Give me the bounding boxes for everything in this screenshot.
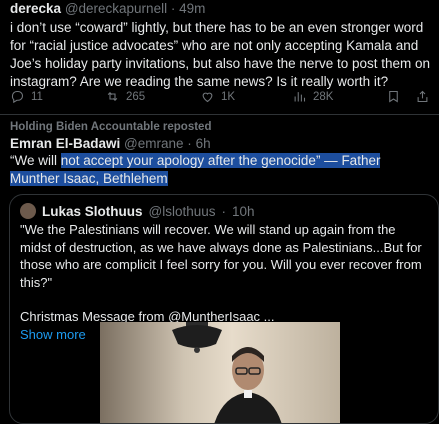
share-icon [417,90,428,103]
author-name[interactable]: Emran El-Badawi [10,136,120,151]
tweet-time[interactable]: 6h [196,136,211,151]
quote-photo[interactable] [100,322,340,423]
tweet-text-plain: “We will [10,153,61,168]
retweet-icon [107,91,118,102]
share-button[interactable] [415,89,430,104]
tweet-derecka[interactable]: derecka @dereckapurnell · 49m i don’t us… [10,0,435,91]
tweet-text: i don’t use “coward” lightly, but there … [10,20,431,89]
tweet-time[interactable]: 49m [179,1,205,16]
photo-illustration [172,322,282,423]
separator: · [221,203,227,219]
tweet-header: Emran El-Badawi @emrane · 6h [10,136,211,151]
retweet-count: 265 [126,90,146,103]
reply-button[interactable]: 11 [10,89,43,104]
bookmark-icon [389,90,398,103]
reply-count: 11 [31,90,43,103]
views-count: 28K [313,90,334,103]
quote-author-handle[interactable]: @lslothuus [149,204,216,219]
quote-time[interactable]: 10h [232,204,255,219]
tweet-actions: 11 265 1K 28K [10,89,430,107]
quote-header: Lukas Slothuus @lslothuus · 10h [20,203,255,219]
retweet-button[interactable]: 265 [105,89,145,104]
tweet-divider [0,114,439,115]
author-name[interactable]: derecka [10,1,61,16]
separator: · [187,136,192,151]
like-button[interactable]: 1K [200,89,235,104]
quote-author-name[interactable]: Lukas Slothuus [42,204,143,219]
separator: · [170,1,176,16]
avatar[interactable] [20,203,36,219]
repost-label[interactable]: Holding Biden Accountable reposted [10,121,211,133]
heart-icon [202,92,213,103]
selected-text: not accept your apology after the genoci… [10,153,381,186]
quote-text-main: "We the Palestinians will recover. We wi… [20,222,422,290]
author-handle[interactable]: @dereckapurnell [65,1,167,16]
reply-icon [11,90,24,104]
quoted-tweet[interactable]: Lukas Slothuus @lslothuus · 10h "We the … [9,194,439,424]
like-count: 1K [221,90,236,103]
author-handle[interactable]: @emrane [124,136,183,151]
views-button[interactable]: 28K [292,89,333,104]
tweet-header: derecka @dereckapurnell · 49m [10,0,435,17]
bar-chart-icon [294,92,306,102]
bookmark-button[interactable] [386,89,401,104]
tweet-text: “We will not accept your apology after t… [10,152,430,188]
